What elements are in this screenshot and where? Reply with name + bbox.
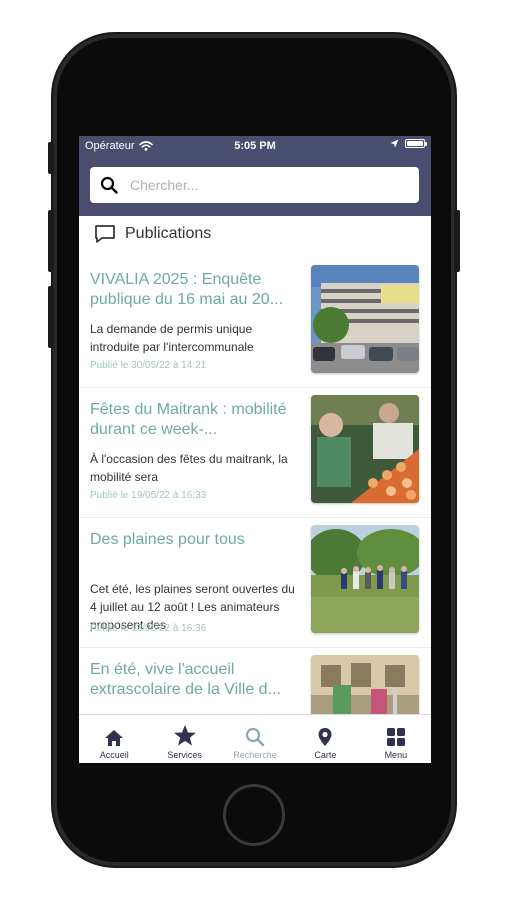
tab-label: Accueil <box>99 750 129 760</box>
publication-item[interactable]: Fêtes du Maitrank : mobilité durant ce w… <box>79 388 431 518</box>
search-icon <box>245 727 265 747</box>
location-arrow-icon <box>390 139 399 148</box>
tab-label: Recherche <box>233 750 277 760</box>
tab-recherche[interactable]: Recherche <box>220 715 290 763</box>
publication-title[interactable]: Fêtes du Maitrank : mobilité durant ce w… <box>90 400 300 440</box>
tab-label: Carte <box>314 750 337 760</box>
publication-item[interactable]: Des plaines pour tous Cet été, les plain… <box>79 518 431 648</box>
phone-volume-up <box>48 210 54 272</box>
publication-date: Publié le 30/05/22 à 14:21 <box>90 360 207 371</box>
publication-item[interactable]: VIVALIA 2025 : Enquête publique du 16 ma… <box>79 258 431 388</box>
grid-icon <box>386 728 405 746</box>
tab-carte[interactable]: Carte <box>290 715 360 763</box>
publication-date: Publié le 13/05/22 à 16:36 <box>90 623 207 634</box>
section-title: Publications <box>125 225 212 242</box>
maitrank-photo <box>311 395 419 503</box>
home-button[interactable] <box>223 784 285 846</box>
publication-thumbnail[interactable] <box>311 655 419 716</box>
search-header <box>79 158 431 216</box>
section-header: Publications <box>94 224 211 244</box>
park-photo <box>311 525 419 633</box>
star-icon <box>173 725 196 746</box>
publication-title[interactable]: Des plaines pour tous <box>90 530 300 550</box>
comment-icon <box>95 225 115 243</box>
publication-excerpt: À l'occasion des fêtes du maitrank, la m… <box>90 452 288 484</box>
publication-title[interactable]: VIVALIA 2025 : Enquête publique du 16 ma… <box>90 270 300 310</box>
search-icon <box>100 176 118 194</box>
search-box[interactable] <box>90 167 419 203</box>
tab-menu[interactable]: Menu <box>361 715 431 763</box>
home-icon <box>105 730 124 746</box>
status-time: 5:05 PM <box>234 140 276 152</box>
status-bar: Opérateur 5:05 PM <box>79 136 431 158</box>
tab-label: Menu <box>384 750 408 760</box>
phone-volume-down <box>48 286 54 348</box>
tab-services[interactable]: Services <box>149 715 219 763</box>
publication-item[interactable]: En été, vive l'accueil extrascolaire de … <box>79 648 431 716</box>
tab-bar: Accueil Services Recherche Carte Menu <box>79 714 431 763</box>
tab-label: Services <box>167 750 202 760</box>
map-pin-icon <box>318 728 332 746</box>
publication-excerpt: La demande de permis unique introduite p… <box>90 322 254 354</box>
publication-thumbnail[interactable] <box>311 265 419 373</box>
building-photo <box>311 265 419 373</box>
playground-photo <box>311 655 419 716</box>
publication-title[interactable]: En été, vive l'accueil extrascolaire de … <box>90 660 300 700</box>
search-input[interactable] <box>128 176 402 194</box>
status-right <box>390 139 427 148</box>
tab-accueil[interactable]: Accueil <box>79 715 149 763</box>
phone-power-button <box>454 210 460 272</box>
publication-thumbnail[interactable] <box>311 395 419 503</box>
app-screen: Opérateur 5:05 PM Chercher... Publicatio… <box>79 136 431 763</box>
battery-icon <box>405 139 427 148</box>
publication-date: Publié le 19/05/22 à 16:33 <box>90 490 207 501</box>
publications-list: VIVALIA 2025 : Enquête publique du 16 ma… <box>79 258 431 716</box>
phone-mute-switch <box>48 142 54 174</box>
publication-thumbnail[interactable] <box>311 525 419 633</box>
